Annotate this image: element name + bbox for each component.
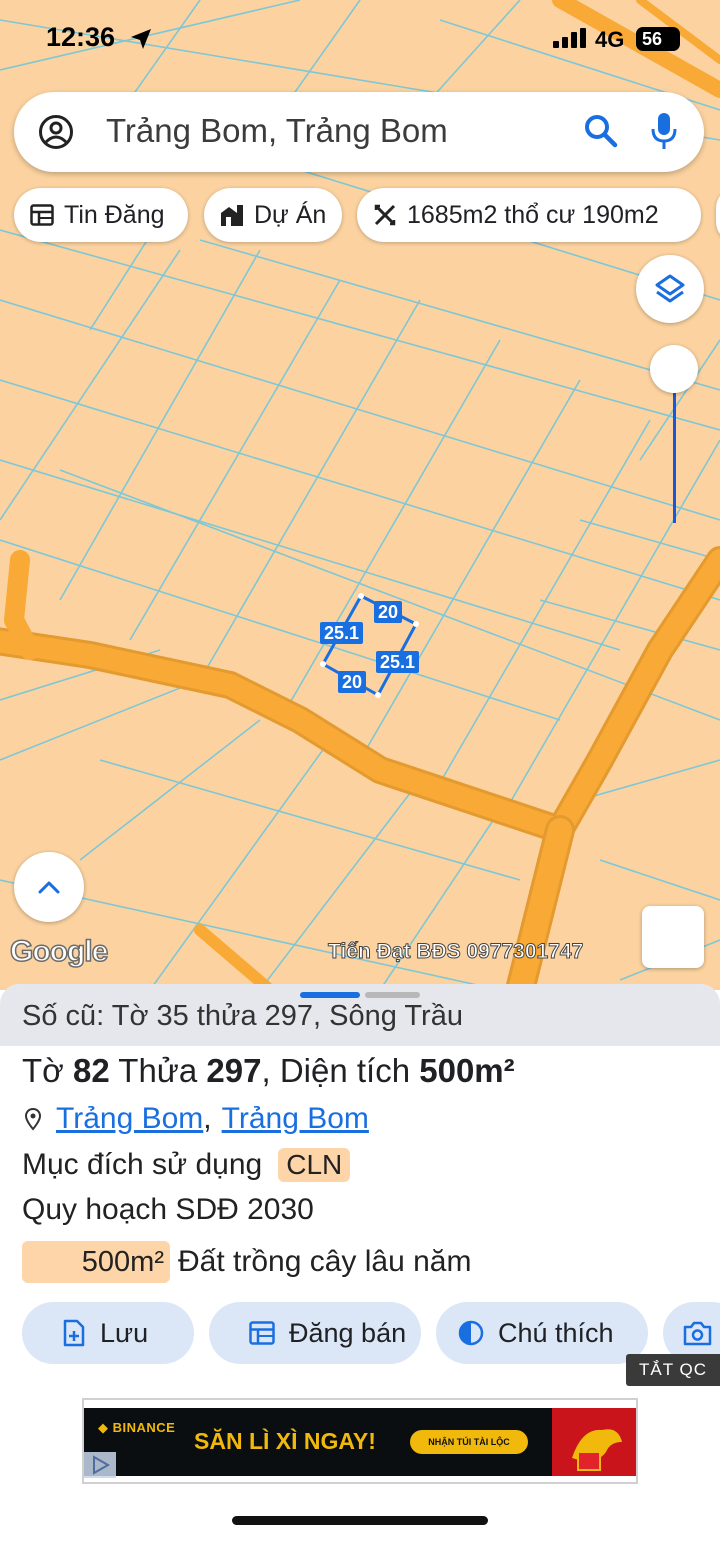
page-indicator-active[interactable] bbox=[300, 992, 360, 998]
add-photo-icon bbox=[683, 1321, 712, 1346]
post-for-sale-label: Đăng bán bbox=[289, 1317, 407, 1348]
chevron-up-icon bbox=[38, 881, 60, 894]
chip-projects[interactable]: Dự Án bbox=[204, 188, 342, 242]
old-parcel-text: Số cũ: Tờ 35 thửa 297, Sông Trầu bbox=[22, 1000, 463, 1032]
chip-label: Tin Đăng bbox=[64, 200, 165, 229]
plot-label: Thửa bbox=[118, 1052, 198, 1089]
commune-link[interactable]: Trảng Bom bbox=[222, 1102, 369, 1136]
ad-brand: ◆ BINANCE bbox=[98, 1420, 176, 1435]
google-logo: Google bbox=[9, 934, 109, 969]
ad-info-icon[interactable] bbox=[84, 1452, 116, 1478]
legend-label: Chú thích bbox=[498, 1317, 614, 1348]
account-icon[interactable] bbox=[38, 114, 74, 155]
save-label: Lưu bbox=[100, 1317, 149, 1348]
search-input[interactable]: Trảng Bom, Trảng Bom bbox=[106, 112, 448, 150]
measure-icon bbox=[374, 204, 396, 226]
purpose-label: Mục đích sử dụng bbox=[22, 1148, 263, 1181]
sheet-label: Tờ bbox=[22, 1052, 64, 1089]
ad-headline: SĂN LÌ XÌ NGAY! bbox=[194, 1428, 376, 1454]
home-indicator[interactable] bbox=[232, 1516, 488, 1525]
legend-button[interactable]: Chú thích bbox=[436, 1302, 648, 1364]
save-button[interactable]: Lưu bbox=[22, 1302, 194, 1364]
search-bar[interactable]: Trảng Bom, Trảng Bom bbox=[14, 92, 704, 172]
old-parcel-info: Số cũ: Tờ 35 thửa 297, Sông Trầu bbox=[0, 984, 720, 1046]
ad-banner[interactable]: ◆ BINANCE SĂN LÌ XÌ NGAY! NHẬN TÚI TÀI L… bbox=[82, 1398, 638, 1484]
chip-measure[interactable]: 1685m2 thổ cư 190m2 bbox=[357, 188, 701, 242]
battery-icon: 56 bbox=[636, 27, 680, 51]
signal-icon bbox=[553, 28, 587, 53]
ad-artwork bbox=[552, 1408, 636, 1476]
location-separator: , bbox=[203, 1102, 212, 1135]
map-view[interactable]: 20 25.1 25.1 20 12:36 4G 56 Trảng Bom, T… bbox=[0, 0, 720, 990]
microphone-icon[interactable] bbox=[650, 112, 678, 155]
dimension-label: 20 bbox=[374, 601, 403, 623]
ad-brand-name: BINANCE bbox=[112, 1420, 176, 1435]
battery-level: 56 bbox=[642, 29, 663, 49]
map-type-button[interactable] bbox=[642, 906, 704, 968]
area-label: Diện tích bbox=[279, 1052, 411, 1089]
dimension-label: 25.1 bbox=[376, 651, 420, 673]
zoning-area: 500m² bbox=[22, 1241, 170, 1283]
contrast-icon bbox=[458, 1320, 484, 1346]
search-icon[interactable] bbox=[584, 114, 618, 153]
parcel-title: Tờ 82 Thửa 297, Diện tích 500m² bbox=[22, 1052, 515, 1089]
listing-icon bbox=[249, 1321, 275, 1345]
area-value: 500m² bbox=[419, 1052, 515, 1089]
chip-listings[interactable]: Tin Đăng bbox=[14, 188, 188, 242]
status-bar: 12:36 4G 56 bbox=[0, 0, 720, 80]
ad-cta-button[interactable]: NHẬN TÚI TÀI LỘC bbox=[410, 1430, 528, 1454]
status-time: 12:36 bbox=[46, 22, 116, 52]
location-line: Trảng Bom , Trảng Bom bbox=[24, 1102, 369, 1136]
opacity-slider-track[interactable] bbox=[673, 393, 676, 523]
dimension-label: 25.1 bbox=[320, 622, 364, 644]
building-icon bbox=[221, 205, 243, 226]
ad-content[interactable]: ◆ BINANCE SĂN LÌ XÌ NGAY! NHẬN TÚI TÀI L… bbox=[84, 1408, 636, 1476]
watermark: Tiến Đạt BĐS 0977301747 bbox=[327, 940, 584, 964]
layers-button[interactable] bbox=[636, 255, 704, 323]
listing-icon bbox=[30, 204, 54, 226]
page-indicator[interactable] bbox=[365, 992, 420, 998]
opacity-slider-handle[interactable] bbox=[650, 345, 698, 393]
zoning-type: Đất trồng cây lâu năm bbox=[178, 1245, 472, 1278]
chip-label: 1685m2 thổ cư 190m2 bbox=[407, 200, 659, 229]
dimension-label: 20 bbox=[338, 671, 367, 693]
plan-title: Quy hoạch SDĐ 2030 bbox=[22, 1193, 314, 1226]
add-file-icon bbox=[63, 1319, 85, 1347]
post-for-sale-button[interactable]: Đăng bán bbox=[209, 1302, 421, 1364]
expand-up-button[interactable] bbox=[14, 852, 84, 922]
chip-label: Dự Án bbox=[254, 200, 327, 229]
network-type: 4G bbox=[595, 27, 625, 52]
zoning-row: 500m² Đất trồng cây lâu năm bbox=[22, 1241, 471, 1283]
land-use-purpose: Mục đích sử dụng CLN bbox=[22, 1148, 351, 1182]
district-link[interactable]: Trảng Bom bbox=[56, 1102, 203, 1136]
bottom-sheet[interactable]: Số cũ: Tờ 35 thửa 297, Sông Trầu Tờ 82 T… bbox=[0, 984, 720, 1557]
purpose-code-badge: CLN bbox=[278, 1148, 351, 1182]
close-ad-button[interactable]: TẮT QC bbox=[626, 1354, 720, 1386]
plot-number: 297 bbox=[206, 1052, 262, 1089]
location-arrow-icon bbox=[130, 28, 152, 55]
layers-icon bbox=[655, 274, 685, 303]
sheet-number: 82 bbox=[72, 1052, 110, 1089]
location-pin-icon bbox=[24, 1107, 42, 1131]
